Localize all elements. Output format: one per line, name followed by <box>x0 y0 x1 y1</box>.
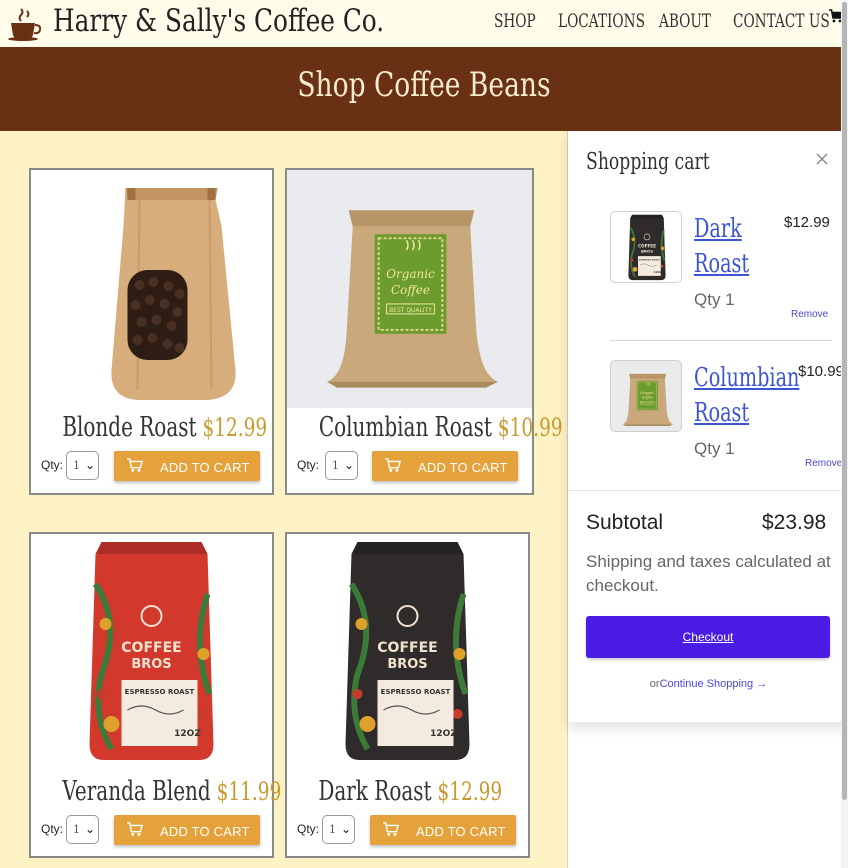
subtotal-value: $23.98 <box>762 511 827 534</box>
product-image[interactable] <box>287 534 528 772</box>
add-to-cart-label: ADD TO CART <box>416 824 506 839</box>
product-card-dark-roast: Dark Roast $12.99 Qty: 1 ⌄ ADD TO CART <box>285 532 530 858</box>
chevron-down-icon: ⌄ <box>340 822 351 836</box>
product-name: Dark Roast <box>318 776 432 807</box>
qty-label: Qty: <box>297 822 320 836</box>
add-to-cart-button[interactable]: ADD TO CART <box>114 815 260 845</box>
cart-item-name[interactable]: Dark Roast <box>694 212 749 282</box>
product-title: Dark Roast $12.99 <box>318 776 502 807</box>
or-text: or <box>649 678 660 690</box>
remove-button[interactable]: Remove <box>791 309 828 320</box>
qty-select[interactable]: 1 ⌄ <box>66 451 99 480</box>
cart-title: Shopping cart <box>586 149 710 175</box>
product-price: $12.99 <box>437 777 503 806</box>
product-price: $10.99 <box>497 413 563 442</box>
product-image[interactable] <box>31 534 272 772</box>
product-card-columbian-roast: Columbian Roast $10.99 Qty: 1 ⌄ ADD TO CA… <box>285 168 563 495</box>
qty-select[interactable]: 1 ⌄ <box>66 815 99 844</box>
cart-item-name-line1: Columbian <box>694 363 800 393</box>
qty-value: 1 <box>73 459 80 472</box>
scrollbar-thumb[interactable] <box>842 2 847 800</box>
qty-label: Qty: <box>41 458 64 472</box>
qty-label: Qty: <box>41 822 64 836</box>
chevron-down-icon: ⌄ <box>84 822 95 836</box>
close-icon[interactable] <box>816 153 828 165</box>
qty-value: 1 <box>329 823 336 836</box>
nav-contact-us[interactable]: CONTACT US <box>733 10 830 32</box>
add-to-cart-label: ADD TO CART <box>160 460 250 475</box>
shipping-note: Shipping and taxes calculated at checkou… <box>586 552 831 595</box>
cart-item-price: $12.99 <box>784 214 830 231</box>
cart-item-price: $10.99 <box>798 363 844 380</box>
cart-item-thumbnail[interactable] <box>610 360 682 432</box>
nav-shop[interactable]: SHOP <box>494 10 536 32</box>
cart-item-name-line1: Dark <box>694 214 742 244</box>
divider <box>610 340 832 341</box>
qty-value: 1 <box>332 459 339 472</box>
hero-banner: Shop Coffee Beans <box>0 47 848 131</box>
nav-about[interactable]: ABOUT <box>659 10 711 32</box>
product-name: Columbian Roast <box>318 412 492 443</box>
product-price: $11.99 <box>216 777 282 806</box>
product-name: Blonde Roast <box>62 412 197 443</box>
brand-name[interactable]: Harry & Sally's Coffee Co. <box>53 3 384 39</box>
product-card-veranda-blend: Veranda Blend $11.99 Qty: 1 ⌄ ADD TO CART <box>29 532 281 858</box>
product-card-blonde-roast: Blonde Roast $12.99 Qty: 1 ⌄ ADD TO CART <box>29 168 274 495</box>
checkout-button[interactable]: Checkout <box>586 616 830 658</box>
add-to-cart-button[interactable]: ADD TO CART <box>370 815 516 845</box>
remove-button[interactable]: Remove <box>805 458 842 469</box>
nav-locations[interactable]: LOCATIONS <box>558 10 645 32</box>
page-title: Shop Coffee Beans <box>297 65 551 105</box>
continue-shopping-link[interactable]: Continue Shopping → <box>660 678 768 690</box>
cart-icon <box>126 821 144 837</box>
add-to-cart-label: ADD TO CART <box>160 824 250 839</box>
coffee-cup-icon[interactable] <box>7 5 41 41</box>
product-price: $12.99 <box>202 413 268 442</box>
cart-item-name-line2: Roast <box>694 249 750 279</box>
cart-item-name[interactable]: Columbian Roast <box>694 361 799 431</box>
subtotal-label: Subtotal <box>586 511 664 534</box>
product-image[interactable] <box>31 170 272 408</box>
product-title: Veranda Blend $11.99 <box>62 776 281 807</box>
qty-label: Qty: <box>297 458 320 472</box>
cart-item-thumbnail[interactable] <box>610 211 682 283</box>
cart-icon <box>126 457 144 473</box>
cart-item-name-line2: Roast <box>694 398 750 428</box>
product-title: Columbian Roast $10.99 <box>318 412 563 443</box>
product-title: Blonde Roast $12.99 <box>62 412 267 443</box>
top-navbar: Harry & Sally's Coffee Co. SHOP LOCATION… <box>0 0 848 47</box>
chevron-down-icon: ⌄ <box>343 458 354 472</box>
qty-select[interactable]: 1 ⌄ <box>325 451 358 480</box>
cart-panel: Shopping cart Dark Roast $12.99 Qty 1 Re… <box>568 131 848 722</box>
product-image[interactable] <box>287 170 532 408</box>
cart-item-qty: Qty 1 <box>694 439 735 458</box>
add-to-cart-button[interactable]: ADD TO CART <box>372 451 518 481</box>
cart-icon <box>384 457 402 473</box>
cart-drawer: Shopping cart Dark Roast $12.99 Qty 1 Re… <box>567 131 848 868</box>
cart-item-qty: Qty 1 <box>694 290 735 309</box>
chevron-down-icon: ⌄ <box>84 458 95 472</box>
continue-shopping-row: orContinue Shopping → <box>568 678 848 690</box>
qty-select[interactable]: 1 ⌄ <box>322 815 355 844</box>
add-to-cart-label: ADD TO CART <box>418 460 508 475</box>
add-to-cart-button[interactable]: ADD TO CART <box>114 451 260 481</box>
divider <box>568 490 848 491</box>
qty-value: 1 <box>73 823 80 836</box>
cart-icon <box>382 821 400 837</box>
product-name: Veranda Blend <box>62 776 211 807</box>
